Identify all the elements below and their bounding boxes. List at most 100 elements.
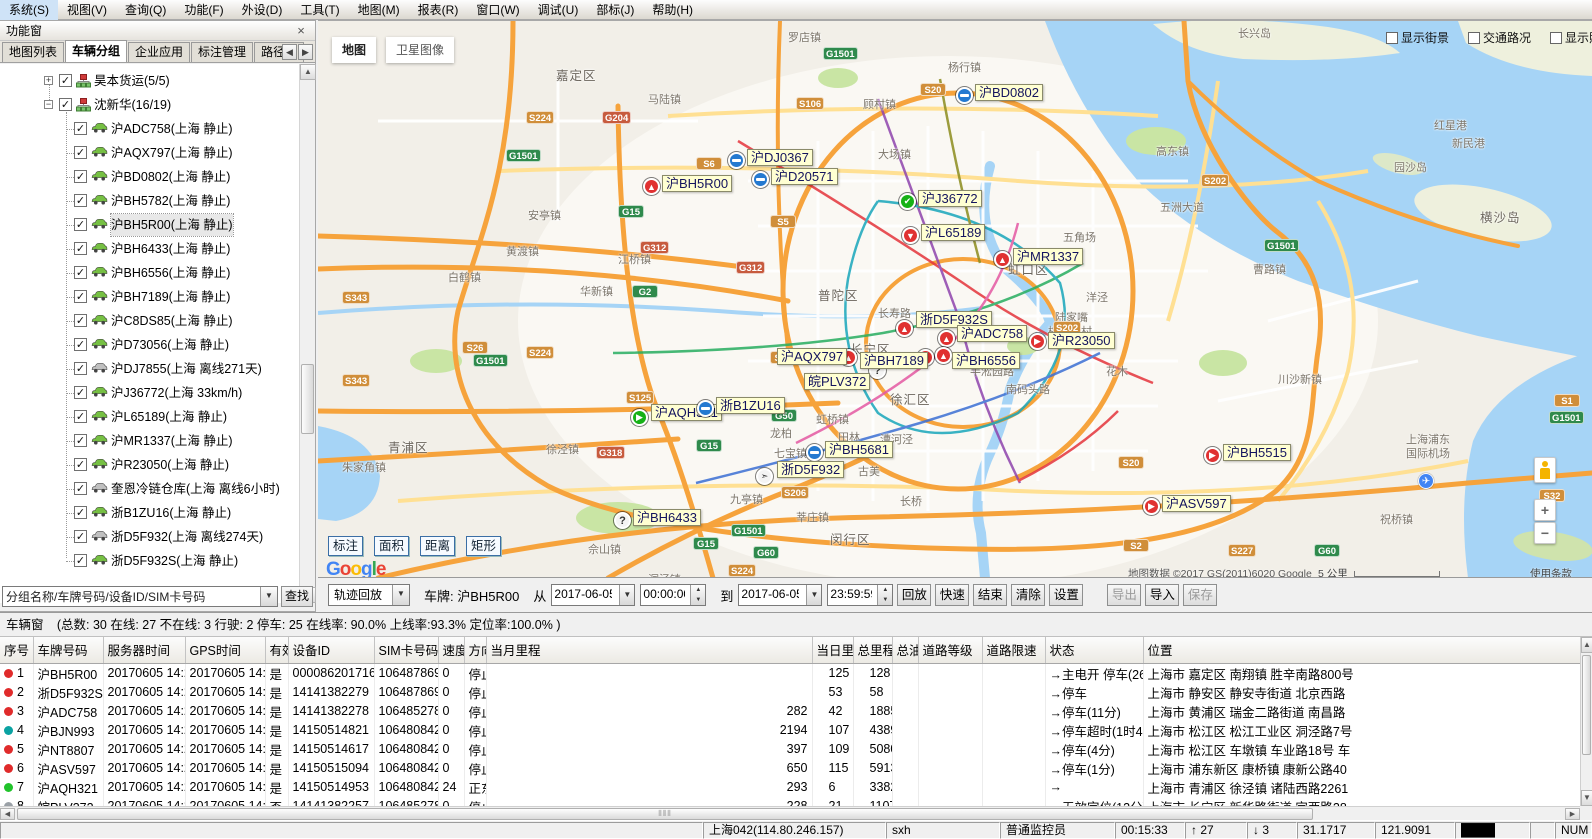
tree-vehicle-item[interactable]: ✓沪R23050(上海 静止) bbox=[0, 454, 296, 476]
chevron-down-icon[interactable]: ▼ bbox=[619, 585, 634, 605]
pegman-icon[interactable] bbox=[1534, 457, 1556, 483]
menu-item[interactable]: 调试(U) bbox=[529, 0, 588, 20]
column-header-当月里程[interactable]: 当月里程 bbox=[486, 637, 812, 663]
vehicle-marker-icon[interactable] bbox=[956, 87, 973, 104]
expander-icon[interactable]: − bbox=[44, 100, 53, 109]
menu-item[interactable]: 帮助(H) bbox=[643, 0, 702, 20]
tree-vehicle-item[interactable]: ✓沪C8DS85(上海 静止) bbox=[0, 310, 296, 332]
vehicle-checkbox[interactable]: ✓ bbox=[74, 314, 87, 327]
spinner-arrows-icon[interactable]: ▲▼ bbox=[877, 585, 892, 605]
vehicle-checkbox[interactable]: ✓ bbox=[74, 242, 87, 255]
vehicle-checkbox[interactable]: ✓ bbox=[74, 554, 87, 567]
tree-vehicle-item[interactable]: ✓沪MR1337(上海 静止) bbox=[0, 430, 296, 452]
scrollbar-thumb[interactable] bbox=[301, 364, 314, 434]
tree-vehicle-item[interactable]: ✓沪D73056(上海 静止) bbox=[0, 334, 296, 356]
search-combo[interactable]: ▼ bbox=[2, 586, 278, 607]
playback-button-清除[interactable]: 清除 bbox=[1011, 584, 1045, 606]
to-date-combo[interactable]: ▼ bbox=[738, 584, 822, 606]
chevron-down-icon[interactable]: ▼ bbox=[260, 587, 277, 606]
menu-item[interactable]: 窗口(W) bbox=[467, 0, 528, 20]
vehicle-checkbox[interactable]: ✓ bbox=[74, 338, 87, 351]
vehicle-checkbox[interactable]: ✓ bbox=[74, 170, 87, 183]
spinner-arrows-icon[interactable]: ▲▼ bbox=[690, 585, 705, 605]
vehicle-checkbox[interactable]: ✓ bbox=[74, 434, 87, 447]
vehicle-marker-icon[interactable]: ▼ bbox=[902, 227, 919, 244]
vehicle-marker-icon[interactable] bbox=[752, 171, 769, 188]
tree-vehicle-item[interactable]: ✓沪BH6433(上海 静止) bbox=[0, 238, 296, 260]
scroll-left-icon[interactable]: ◀ bbox=[0, 808, 15, 820]
tree-vehicle-item[interactable]: ✓沪BH5R00(上海 静止) bbox=[0, 214, 296, 236]
column-header-道路等级[interactable]: 道路等级 bbox=[918, 637, 982, 663]
group-checkbox[interactable]: ✓ bbox=[59, 74, 72, 87]
to-date-input[interactable] bbox=[739, 585, 801, 603]
vehicle-marker-label[interactable]: 沪R23050 bbox=[1048, 332, 1115, 349]
table-row[interactable]: 2浙D5F932S20170605 14:29:2120170605 14:31… bbox=[0, 683, 1580, 702]
menu-item[interactable]: 查询(Q) bbox=[116, 0, 175, 20]
scroll-up-icon[interactable]: ▲ bbox=[1581, 637, 1592, 653]
vehicle-marker-icon[interactable]: ▲ bbox=[643, 178, 660, 195]
tree-vehicle-item[interactable]: ✓沪ADC758(上海 静止) bbox=[0, 118, 296, 140]
from-date-combo[interactable]: ▼ bbox=[551, 584, 635, 606]
to-time-spinner[interactable]: ▲▼ bbox=[827, 584, 893, 606]
vehicle-marker-icon[interactable]: ✔ bbox=[899, 193, 916, 210]
table-row[interactable]: 4沪BJN99320170605 14:29:2320170605 14:31:… bbox=[0, 721, 1580, 740]
vehicle-checkbox[interactable]: ✓ bbox=[74, 362, 87, 375]
search-input[interactable] bbox=[3, 587, 259, 606]
scroll-right-icon[interactable]: ▶ bbox=[1565, 808, 1580, 820]
column-header-速度[interactable]: 速度 bbox=[438, 637, 464, 663]
group-checkbox[interactable]: ✓ bbox=[59, 98, 72, 111]
column-header-当日里程[interactable]: 当日里程 bbox=[812, 637, 853, 663]
column-header-序号[interactable]: 序号 bbox=[0, 637, 33, 663]
vehicle-marker-icon[interactable]: ▲ bbox=[896, 320, 913, 337]
chevron-down-icon[interactable]: ▼ bbox=[806, 585, 821, 605]
vehicle-checkbox[interactable]: ✓ bbox=[74, 458, 87, 471]
map-type-button[interactable]: 地图 bbox=[332, 37, 376, 63]
vehicle-marker-label[interactable]: 沪BH5R00 bbox=[662, 175, 732, 192]
playback-button-回放[interactable]: 回放 bbox=[897, 584, 931, 606]
vehicle-checkbox[interactable]: ✓ bbox=[74, 122, 87, 135]
column-header-总里程[interactable]: 总里程 bbox=[853, 637, 892, 663]
scrollbar-thumb[interactable]: ⦀⦀⦀ bbox=[17, 808, 1313, 820]
table-row[interactable]: 3沪ADC75820170605 14:28:3120170605 14:30:… bbox=[0, 702, 1580, 721]
vehicle-marker-label[interactable]: 沪BH6433 bbox=[633, 509, 701, 526]
zoom-in-button[interactable]: + bbox=[1534, 499, 1556, 521]
tree-vehicle-item[interactable]: ✓浙B1ZU16(上海 静止) bbox=[0, 502, 296, 524]
vehicle-marker-label[interactable]: 沪ASV597 bbox=[1162, 495, 1231, 512]
vehicle-marker-icon[interactable]: ▶ bbox=[631, 409, 648, 426]
column-header-车牌号码[interactable]: 车牌号码 bbox=[33, 637, 103, 663]
vehicle-marker-label[interactable]: 沪L65189 bbox=[921, 224, 985, 241]
overlay-checkbox[interactable] bbox=[1386, 32, 1398, 44]
scroll-up-icon[interactable]: ▲ bbox=[300, 64, 316, 80]
tree-vehicle-item[interactable]: ✓沪BH5782(上海 静止) bbox=[0, 190, 296, 212]
scroll-down-icon[interactable]: ▼ bbox=[1581, 790, 1592, 806]
vehicle-marker-icon[interactable] bbox=[728, 152, 745, 169]
vehicle-marker-icon[interactable]: ➣ bbox=[756, 468, 773, 485]
tree-vehicle-item[interactable]: ✓沪BD0802(上海 静止) bbox=[0, 166, 296, 188]
vehicle-marker-icon[interactable]: ▶ bbox=[1143, 498, 1160, 515]
vehicle-checkbox[interactable]: ✓ bbox=[74, 410, 87, 423]
to-time-input[interactable] bbox=[828, 585, 874, 603]
from-time-spinner[interactable]: ▲▼ bbox=[640, 584, 706, 606]
playback-button-结束[interactable]: 结束 bbox=[973, 584, 1007, 606]
overlay-checkbox[interactable] bbox=[1468, 32, 1480, 44]
chevron-down-icon[interactable]: ▼ bbox=[392, 585, 409, 605]
vehicle-marker-icon[interactable] bbox=[806, 444, 823, 461]
tab-标注管理[interactable]: 标注管理 bbox=[191, 42, 253, 62]
scrollbar-thumb[interactable] bbox=[1582, 655, 1591, 755]
table-row[interactable]: 7沪AQH32120170605 14:29:1320170605 14:31:… bbox=[0, 778, 1580, 797]
vehicle-checkbox[interactable]: ✓ bbox=[74, 386, 87, 399]
terms-link[interactable]: 使用条款 bbox=[1530, 566, 1572, 577]
vehicle-marker-label[interactable]: 沪BH5681 bbox=[825, 441, 893, 458]
vehicle-marker-label[interactable]: 皖PLV372 bbox=[804, 373, 870, 390]
table-vertical-scrollbar[interactable]: ▲ ▼ bbox=[1580, 637, 1592, 806]
column-header-位置[interactable]: 位置 bbox=[1143, 637, 1580, 663]
column-header-有效[interactable]: 有效 bbox=[265, 637, 288, 663]
tree-vehicle-item[interactable]: ✓浙D5F932(上海 离线274天) bbox=[0, 526, 296, 548]
vehicle-marker-label[interactable]: 浙D5F932 bbox=[777, 461, 844, 478]
vehicle-marker-icon[interactable] bbox=[697, 400, 714, 417]
vehicle-marker-icon[interactable]: ▲ bbox=[994, 251, 1011, 268]
vehicle-marker-label[interactable]: 沪BH7189 bbox=[860, 352, 928, 369]
tab-scroll-left-icon[interactable]: ◀ bbox=[282, 44, 297, 60]
vehicle-checkbox[interactable]: ✓ bbox=[74, 194, 87, 207]
vehicle-marker-label[interactable]: 沪BH6556 bbox=[952, 352, 1020, 369]
